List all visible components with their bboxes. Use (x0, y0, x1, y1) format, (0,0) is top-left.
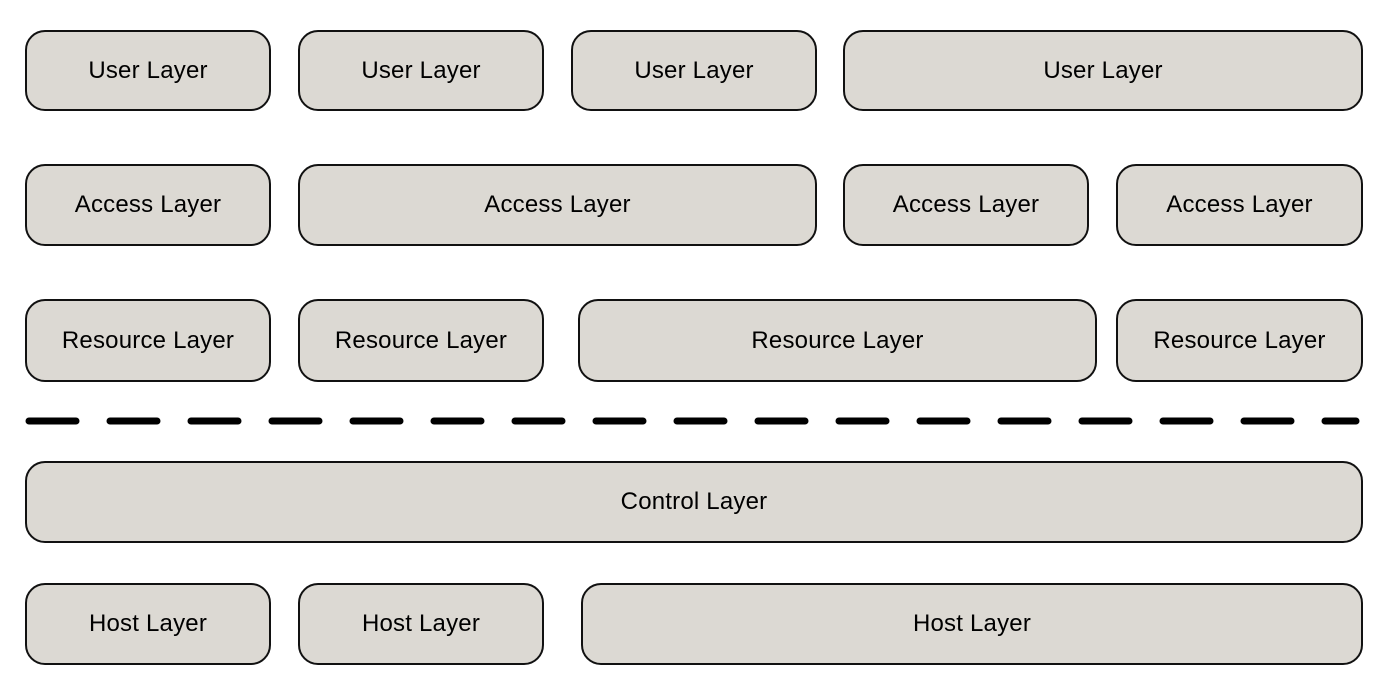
resource-layer-box-4: Resource Layer (1116, 299, 1363, 382)
host-layer-box-2: Host Layer (298, 583, 544, 665)
resource-layer-box-2: Resource Layer (298, 299, 544, 382)
access-layer-box-2: Access Layer (298, 164, 817, 246)
user-layer-box-4: User Layer (843, 30, 1363, 111)
access-layer-box-3: Access Layer (843, 164, 1089, 246)
access-layer-box-4: Access Layer (1116, 164, 1363, 246)
user-layer-box-1: User Layer (25, 30, 271, 111)
user-layer-box-2: User Layer (298, 30, 544, 111)
host-layer-box-1: Host Layer (25, 583, 271, 665)
user-layer-box-3: User Layer (571, 30, 817, 111)
dashed-divider (25, 417, 1360, 425)
access-layer-box-1: Access Layer (25, 164, 271, 246)
control-layer-box: Control Layer (25, 461, 1363, 543)
resource-layer-box-3: Resource Layer (578, 299, 1097, 382)
host-layer-box-3: Host Layer (581, 583, 1363, 665)
resource-layer-box-1: Resource Layer (25, 299, 271, 382)
